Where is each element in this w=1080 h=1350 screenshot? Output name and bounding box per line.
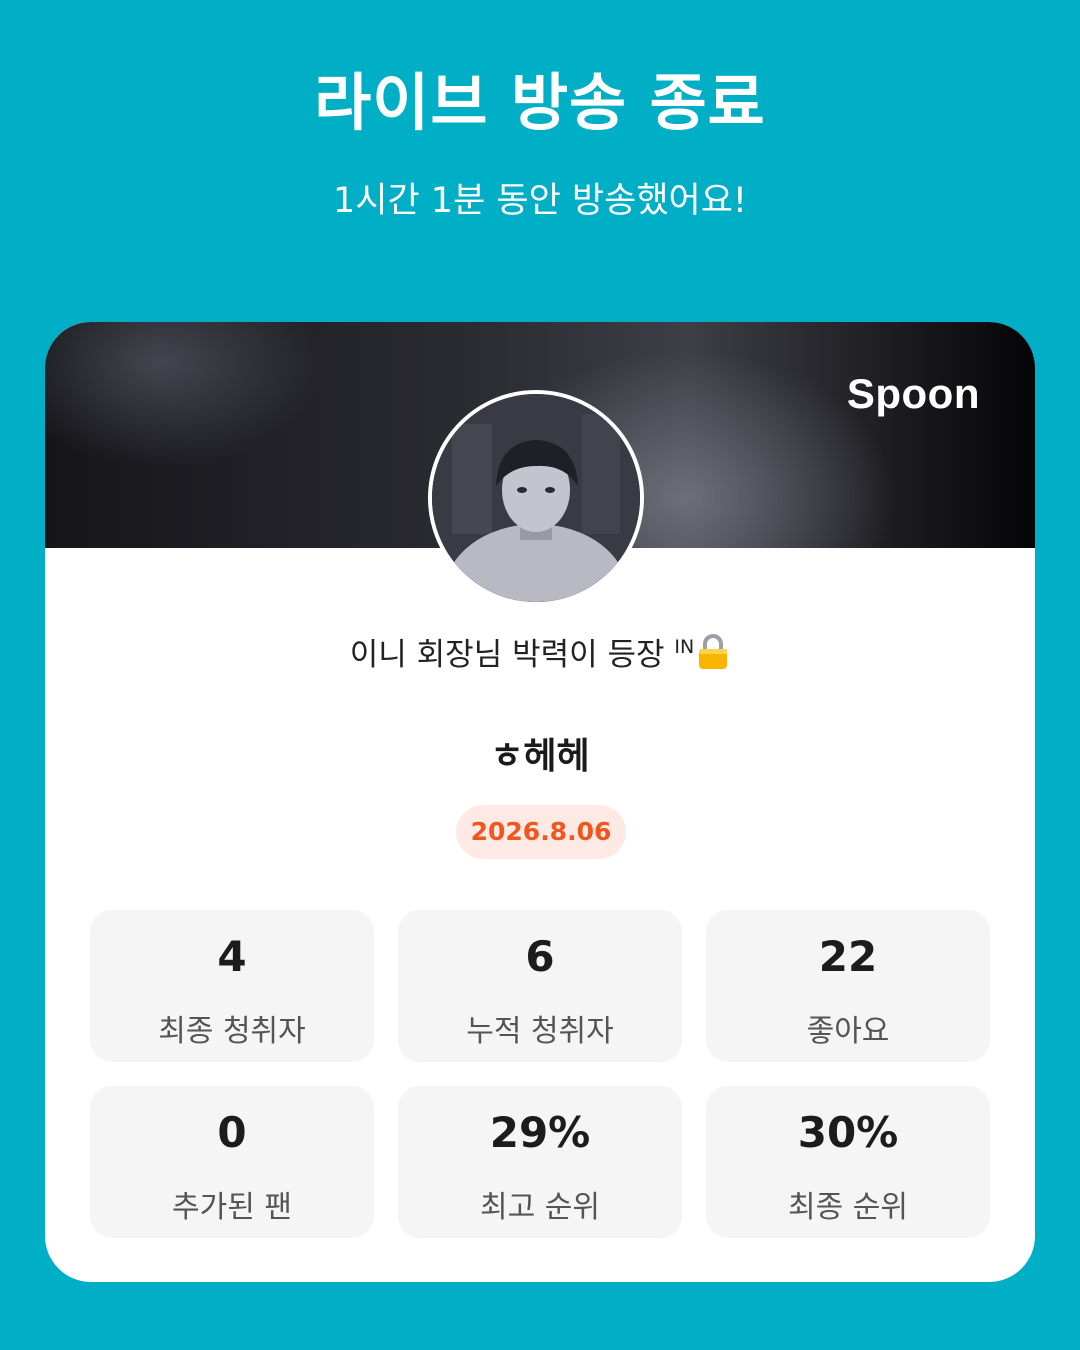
room-title-text: 이니 회장님 박력이 등장 [349, 637, 665, 673]
spoon-logo: Spoon [846, 370, 980, 417]
avatar-image [432, 394, 640, 602]
stat-value: 22 [818, 932, 878, 981]
page-title: 라이브 방송 종료 [314, 66, 766, 139]
room-title: 이니 회장님 박력이 등장 IN [45, 629, 1035, 679]
broadcast-summary-card: Spoon 이니 회장님 박력이 등장 IN ㅎ헤헤 2026.8.06 4 최… [45, 322, 1035, 1282]
stat-value: 30% [797, 1108, 899, 1157]
lock-icon [696, 633, 730, 679]
stat-label: 추가된 팬 [172, 1190, 292, 1225]
stat-total-listeners: 6 누적 청취자 [398, 910, 682, 1062]
stat-label: 최고 순위 [480, 1190, 600, 1225]
avatar[interactable] [428, 390, 644, 606]
host-nickname: ㅎ헤헤 [490, 736, 590, 777]
stat-value: 4 [217, 932, 247, 981]
stat-label: 최종 순위 [788, 1190, 908, 1225]
stat-label: 최종 청취자 [158, 1014, 306, 1049]
stat-value: 0 [217, 1108, 247, 1157]
stat-label: 좋아요 [806, 1014, 890, 1049]
broadcast-duration: 1시간 1분 동안 방송했어요! [333, 181, 747, 221]
stat-value: 6 [525, 932, 555, 981]
stat-highest-rank: 29% 최고 순위 [398, 1086, 682, 1238]
stat-likes: 22 좋아요 [706, 910, 990, 1062]
stat-value: 29% [489, 1108, 591, 1157]
stat-final-listeners: 4 최종 청취자 [90, 910, 374, 1062]
broadcast-date: 2026.8.06 [456, 805, 626, 859]
stat-label: 누적 청취자 [466, 1014, 614, 1049]
stat-final-rank: 30% 최종 순위 [706, 1086, 990, 1238]
room-title-badge: IN [674, 636, 695, 658]
stat-new-fans: 0 추가된 팬 [90, 1086, 374, 1238]
stats-grid: 4 최종 청취자 6 누적 청취자 22 좋아요 0 추가된 팬 29% 최고 … [90, 910, 990, 1240]
